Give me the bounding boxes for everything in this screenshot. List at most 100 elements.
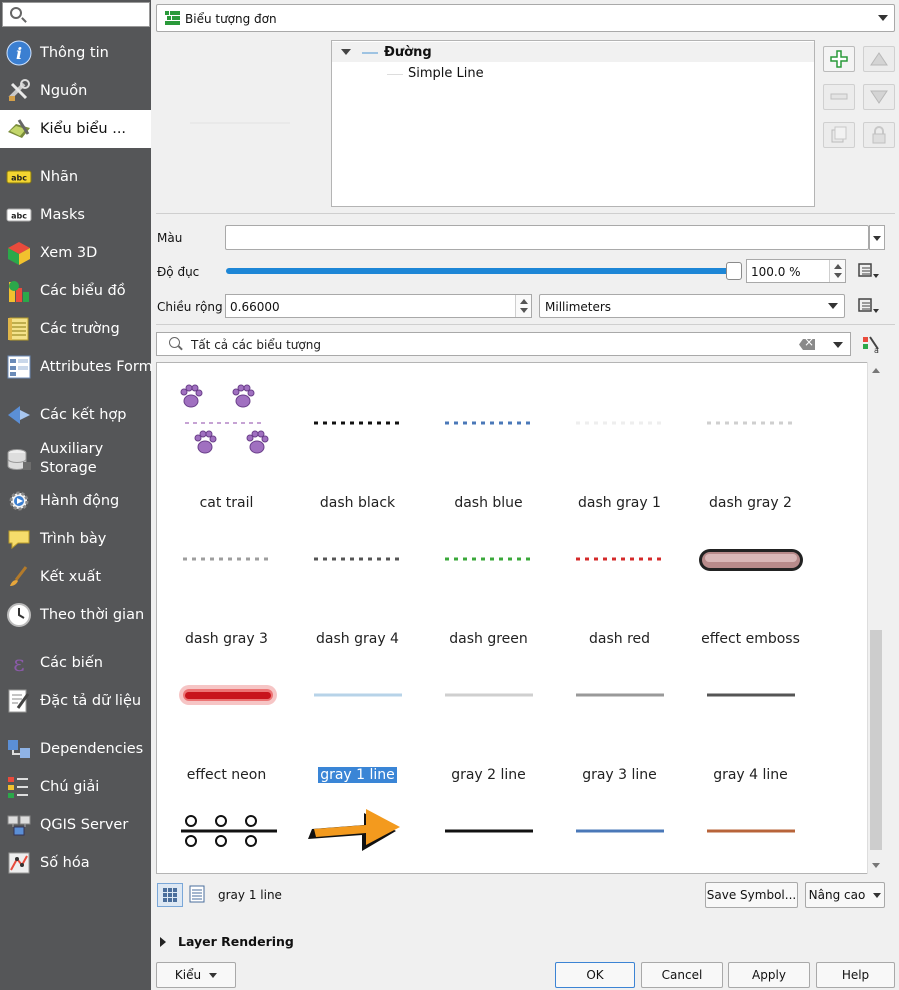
symbol-dash-gray-1[interactable]: dash gray 1 [554,377,685,513]
symbol-black-line[interactable] [423,785,554,873]
data-defined-override-button[interactable] [857,262,881,280]
symbol-gray-2-line[interactable]: gray 2 line [423,649,554,785]
spin-buttons[interactable] [515,295,531,317]
symbol-gray-4-line[interactable]: gray 4 line [685,649,816,785]
symbol-layer-tree[interactable]: Đường Simple Line [331,40,815,207]
symbol-label: gray 3 line [582,767,657,783]
unit-select[interactable]: Millimeters [539,294,845,318]
arrow-up-icon [870,52,888,66]
symbol-dash-green[interactable]: dash green [423,513,554,649]
sidebar-item-joins[interactable]: Các kết hợp [0,396,151,434]
sidebar-item-masks[interactable]: abc Masks [0,196,151,234]
symbol-dash-gray-3[interactable]: dash gray 3 [161,513,292,649]
list-view-button[interactable] [185,883,211,907]
selected-symbol-name: gray 1 line [218,888,282,902]
symbol-arrow[interactable] [292,785,423,873]
help-button[interactable]: Help [816,962,895,988]
symbol-dash-blue[interactable]: dash blue [423,377,554,513]
symbol-gallery[interactable]: cat trail dash black dash blue dash gray… [156,362,884,874]
lock-layer-button[interactable] [863,122,895,148]
color-dropdown-button[interactable] [869,225,885,250]
symbol-effect-emboss[interactable]: effect emboss [685,513,816,649]
scroll-down-icon[interactable] [872,863,880,868]
sidebar-item-auxiliary-storage[interactable]: Auxiliary Storage [0,435,151,483]
sidebar-item-labels[interactable]: abc Nhãn [0,158,151,196]
sidebar-item-label: Thông tin [40,44,109,61]
scrollbar-thumb[interactable] [870,630,882,850]
symbol-dash-gray-2[interactable]: dash gray 2 [685,377,816,513]
tree-child-label[interactable]: Simple Line [408,66,484,81]
symbol-dash-red[interactable]: dash red [554,513,685,649]
sidebar-item-information[interactable]: i Thông tin [0,34,151,72]
sidebar-item-source[interactable]: Nguồn [0,72,151,110]
apply-button[interactable]: Apply [728,962,810,988]
dash-line-icon [445,557,533,561]
symbol-circles-line[interactable] [161,785,292,873]
move-up-button[interactable] [863,46,895,72]
style-menu-button[interactable]: Kiểu [156,962,236,988]
sidebar-item-variables[interactable]: ε Các biến [0,644,151,682]
symbol-dash-gray-4[interactable]: dash gray 4 [292,513,423,649]
remove-layer-button[interactable] [823,84,855,110]
dash-line-icon [183,557,271,561]
sidebar-item-qgis-server[interactable]: QGIS Server [0,806,151,844]
layer-rendering-section[interactable]: Layer Rendering [160,934,294,949]
sidebar-item-label: Hành động [40,492,120,509]
symbol-effect-neon[interactable]: effect neon [161,649,292,785]
scroll-up-icon[interactable] [872,368,880,373]
style-manager-button[interactable]: a [861,334,881,355]
opacity-value: 100.0 % [751,265,801,279]
duplicate-layer-button[interactable] [823,122,855,148]
opacity-slider-handle[interactable] [726,262,742,280]
symbol-search-input[interactable]: Tất cả các biểu tượng [156,332,851,356]
tree-row-line-symbol[interactable]: Đường [332,42,814,62]
symbol-label: cat trail [199,495,254,511]
symbol-gray-1-line[interactable]: gray 1 line [292,649,423,785]
paintbrush-icon [6,116,32,142]
sidebar-item-attributes-form[interactable]: Attributes Form [0,348,153,386]
color-button[interactable] [225,225,869,250]
add-layer-button[interactable] [823,46,855,72]
dash-line-icon [314,557,402,561]
chevron-down-icon[interactable] [833,342,843,348]
sidebar-item-digitizing[interactable]: Số hóa [0,844,151,882]
advanced-button[interactable]: Nâng cao [805,882,885,908]
symbol-cat-trail[interactable]: cat trail [161,377,292,513]
symbol-label: dash black [319,495,396,511]
sidebar-item-rendering[interactable]: Kết xuất [0,558,151,596]
spin-buttons[interactable] [829,260,845,282]
cancel-button[interactable]: Cancel [641,962,723,988]
renderer-select[interactable]: Biểu tượng đơn [156,4,895,32]
symbol-gray-3-line[interactable]: gray 3 line [554,649,685,785]
width-value: 0.66000 [230,300,280,314]
symbol-dash-black[interactable]: dash black [292,377,423,513]
sidebar-item-metadata[interactable]: Đặc tả dữ liệu [0,682,151,720]
gallery-scrollbar[interactable] [867,362,884,874]
sidebar-item-3d-view[interactable]: Xem 3D [0,234,151,272]
spin-down-icon [834,273,842,278]
clear-icon[interactable] [799,339,815,350]
symbol-blue-line[interactable] [554,785,685,873]
move-down-button[interactable] [863,84,895,110]
save-symbol-button[interactable]: Save Symbol... [705,882,798,908]
sidebar-item-dependencies[interactable]: Dependencies [0,730,151,768]
sidebar-item-display[interactable]: Trình bày [0,520,151,558]
ok-button[interactable]: OK [555,962,635,988]
data-defined-override-button[interactable] [857,297,881,315]
sidebar-item-temporal[interactable]: Theo thời gian [0,596,151,634]
width-spinbox[interactable]: 0.66000 [225,294,532,318]
sidebar-item-actions[interactable]: Hành động [0,482,151,520]
sidebar-search-input[interactable] [2,2,150,27]
svg-text:abc: abc [11,174,27,183]
digitize-icon [6,850,32,876]
collapse-icon[interactable] [341,49,351,55]
opacity-slider-track[interactable] [226,268,734,274]
sidebar-item-diagrams[interactable]: Các biểu đồ [0,272,151,310]
icon-view-button[interactable] [157,883,183,907]
sidebar-item-symbology[interactable]: Kiểu biểu ... [0,110,151,148]
sidebar-item-legend[interactable]: Chú giải [0,768,151,806]
solid-line-icon [576,829,664,833]
symbol-brown-line[interactable] [685,785,816,873]
sidebar-item-fields[interactable]: Các trường [0,310,151,348]
opacity-spinbox[interactable]: 100.0 % [746,259,846,283]
